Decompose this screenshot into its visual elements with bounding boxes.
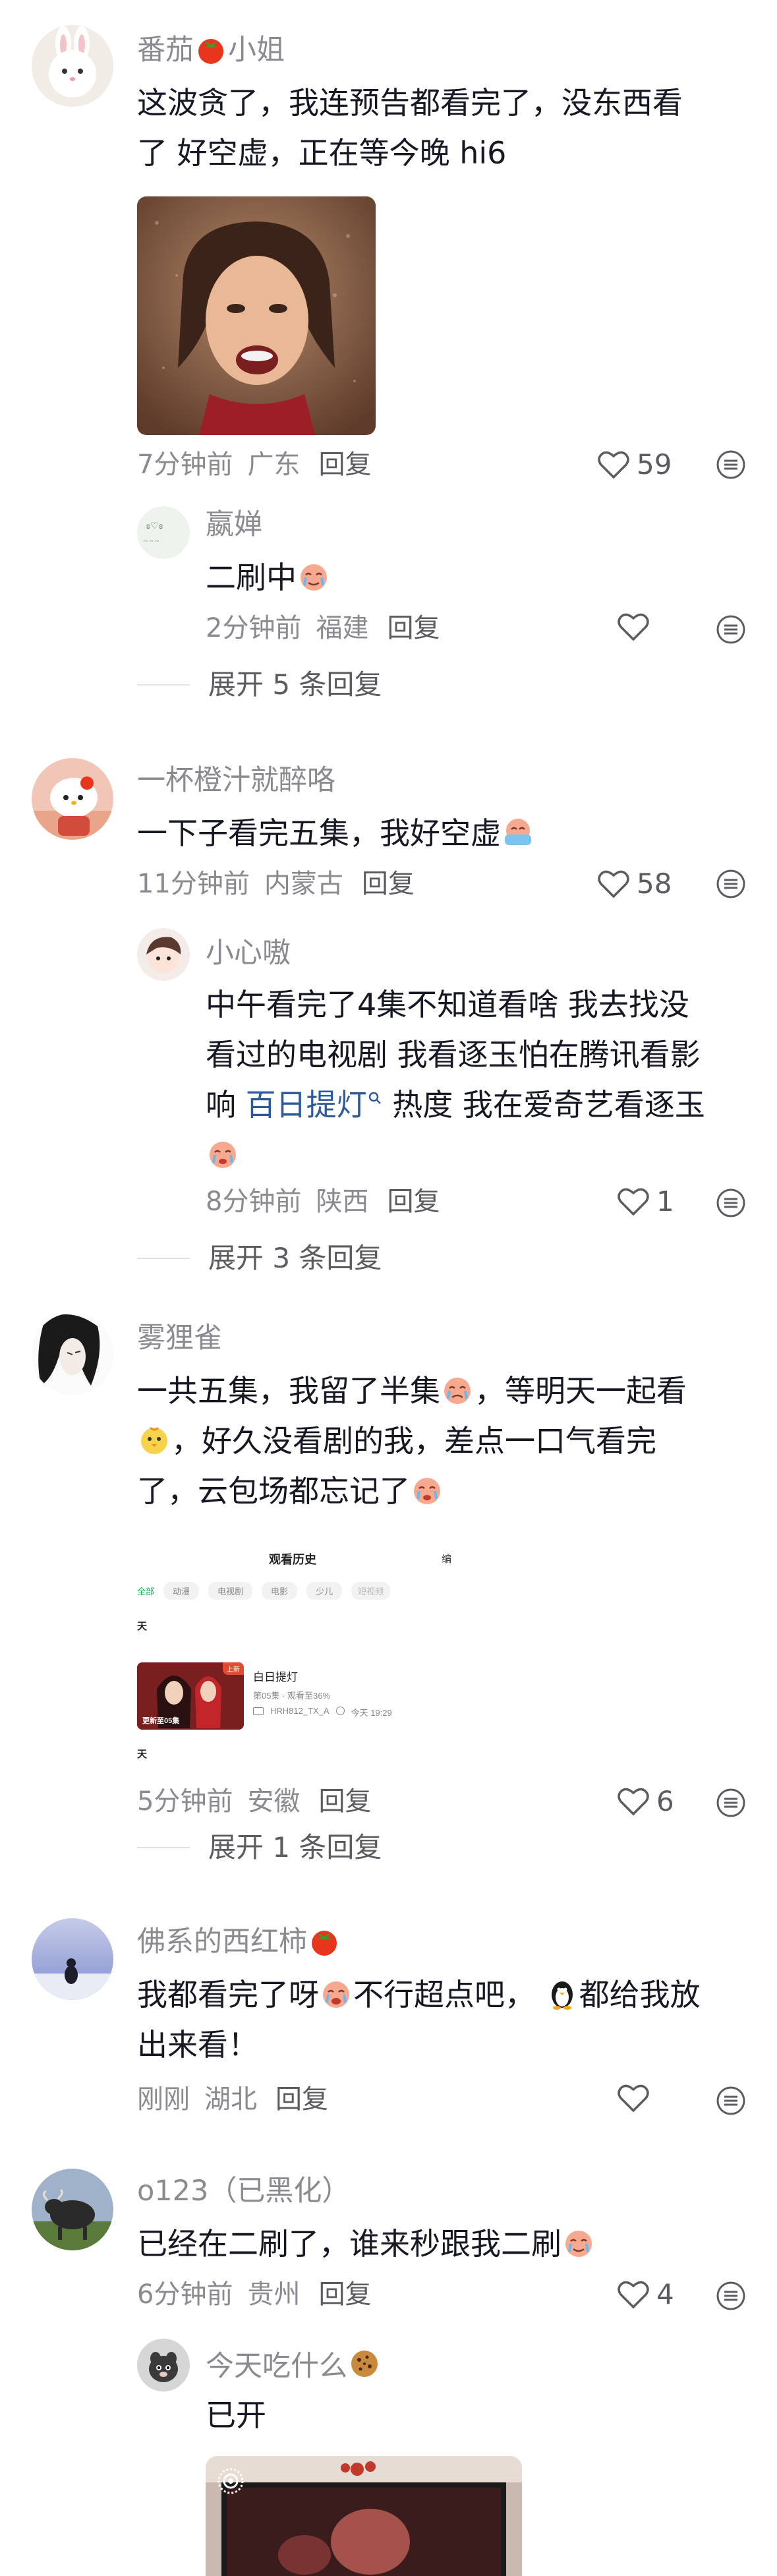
divider: [137, 684, 190, 686]
screenshot-title: 观看历史: [269, 1553, 316, 1566]
reply-button[interactable]: 回复: [318, 450, 371, 480]
like-button[interactable]: 4: [617, 2278, 674, 2310]
heart-icon: [618, 2281, 649, 2308]
comment-text: 我都看完了呀 不行超点吧， 都给我放 出来看！: [137, 1977, 701, 2063]
heart-icon: [618, 1788, 649, 1815]
username[interactable]: 雾狸雀: [137, 1321, 222, 1355]
live-photo-icon: [217, 2468, 244, 2494]
like-button[interactable]: 1: [617, 1185, 674, 1217]
show-title: 白日提灯: [253, 1671, 298, 1683]
comment-text: 一下子看完五集，我好空虚: [137, 808, 743, 858]
username[interactable]: 一杯橙汁就醉咯: [137, 763, 335, 798]
search-icon: [368, 1092, 381, 1104]
comment-meta: 6分钟前 贵州 回复: [137, 2279, 372, 2310]
reply-button[interactable]: 回复: [387, 1186, 440, 1217]
reply-button[interactable]: 回复: [318, 2279, 371, 2310]
svg-text:~ ~ ~: ~ ~ ~: [144, 537, 159, 545]
more-options-icon[interactable]: [714, 448, 747, 481]
reply-button[interactable]: 回复: [318, 1786, 371, 1817]
avatar[interactable]: [137, 928, 190, 981]
divider: [137, 1258, 190, 1259]
chick-emoji-icon: [141, 1426, 167, 1454]
reply-text: 中午看完了4集不知道看啥 我去找没 看过的电视剧 我看逐玉怕在腾讯看影 响 百日…: [206, 980, 746, 1180]
username[interactable]: o123（已黑化）: [137, 2174, 350, 2208]
crying-emoji-icon: [565, 2231, 592, 2257]
avatar[interactable]: [32, 1313, 113, 1395]
reply-text: 已开: [206, 2397, 266, 2433]
penguin-icon: [551, 1981, 573, 2010]
comment-meta: 5分钟前 安徽 回复: [137, 1786, 372, 1817]
sad-emoji-icon: [505, 819, 531, 845]
username[interactable]: 今天吃什么: [206, 2347, 382, 2384]
reply-image[interactable]: [206, 2456, 522, 2576]
svg-text:ʚ♡ɞ: ʚ♡ɞ: [146, 521, 163, 531]
crying-emoji-icon: [414, 1478, 440, 1504]
comment-meta: 7分钟前 广东 回复: [137, 450, 372, 480]
screenshot-tabs: 全部 动漫 电视剧 电影 少儿 短视频: [137, 1582, 391, 1600]
reply-button[interactable]: 回复: [362, 869, 415, 899]
username[interactable]: 小心嗷: [206, 936, 291, 970]
like-button[interactable]: 59: [597, 448, 672, 481]
more-options-icon[interactable]: [714, 1186, 747, 1219]
heart-icon: [618, 2084, 649, 2113]
screenshot-edit: 编: [442, 1554, 452, 1565]
expand-replies-button[interactable]: 展开 5 条回复: [137, 668, 382, 701]
comment-meta: 刚刚 湖北 回复: [137, 2084, 328, 2115]
heart-icon: [598, 451, 629, 479]
comment-image[interactable]: [137, 196, 376, 435]
avatar[interactable]: ʚ♡ɞ ~ ~ ~: [137, 506, 190, 559]
divider: [137, 1847, 190, 1848]
cookie-icon: [351, 2351, 378, 2377]
username[interactable]: 番茄 小姐: [137, 32, 285, 67]
tomato-icon: [312, 1931, 337, 1956]
tomato-icon: [198, 39, 223, 64]
like-button[interactable]: 58: [597, 867, 672, 900]
username[interactable]: 佛系的西红柿: [137, 1923, 341, 1959]
clock-icon: [335, 1707, 345, 1715]
comment-meta: 11分钟前 内蒙古 回复: [137, 869, 415, 899]
more-options-icon[interactable]: [714, 613, 747, 646]
crying-emoji-icon: [301, 564, 327, 591]
more-options-icon[interactable]: [714, 2084, 747, 2117]
comment-text: 这波贪了，我连预告都看完了，没东西看 了 好空虚，正在等今晚 hi6: [137, 85, 683, 171]
avatar[interactable]: [137, 2339, 190, 2391]
reply-button[interactable]: 回复: [387, 613, 440, 643]
reply-text: 二刷中: [206, 552, 331, 602]
more-options-icon[interactable]: [714, 1786, 747, 1819]
like-button[interactable]: [617, 2083, 650, 2113]
crying-emoji-icon: [323, 1981, 349, 2008]
search-link[interactable]: 百日提灯: [246, 1087, 383, 1123]
like-button[interactable]: [617, 612, 650, 642]
show-thumbnail: 上新 更新至05集: [137, 1662, 244, 1730]
comment-text: 已经在二刷了，谁来秒跟我二刷: [137, 2219, 757, 2269]
heart-icon: [618, 613, 649, 641]
more-options-icon[interactable]: [714, 867, 747, 900]
like-button[interactable]: 6: [617, 1785, 674, 1817]
reply-button[interactable]: 回复: [275, 2084, 328, 2115]
avatar[interactable]: [32, 1918, 113, 2000]
reply-meta: 8分钟前 陕西 回复: [206, 1186, 440, 1217]
expand-replies-button[interactable]: 展开 3 条回复: [137, 1242, 382, 1275]
avatar[interactable]: [32, 2169, 113, 2250]
crying-emoji-icon: [210, 1142, 236, 1168]
reply-meta: 2分钟前 福建 回复: [206, 613, 440, 643]
avatar[interactable]: [32, 758, 113, 840]
tv-icon: [253, 1707, 264, 1715]
more-options-icon[interactable]: [714, 2279, 747, 2312]
heart-icon: [598, 870, 629, 898]
expand-replies-button[interactable]: 展开 1 条回复: [137, 1831, 382, 1864]
crying-emoji-icon: [444, 1378, 471, 1404]
avatar[interactable]: [32, 25, 113, 107]
comment-image[interactable]: 观看历史 编 全部 动漫 电视剧 电影 少儿 短视频 天 上新 更新至05集 白…: [137, 1537, 453, 1774]
comment-text: 一共五集，我留了半集 ，等明天一起看 ，好久没看剧的我，差点一口气看完 了，云包场…: [137, 1373, 687, 1509]
heart-icon: [618, 1188, 649, 1215]
username[interactable]: 嬴婵: [206, 508, 262, 542]
